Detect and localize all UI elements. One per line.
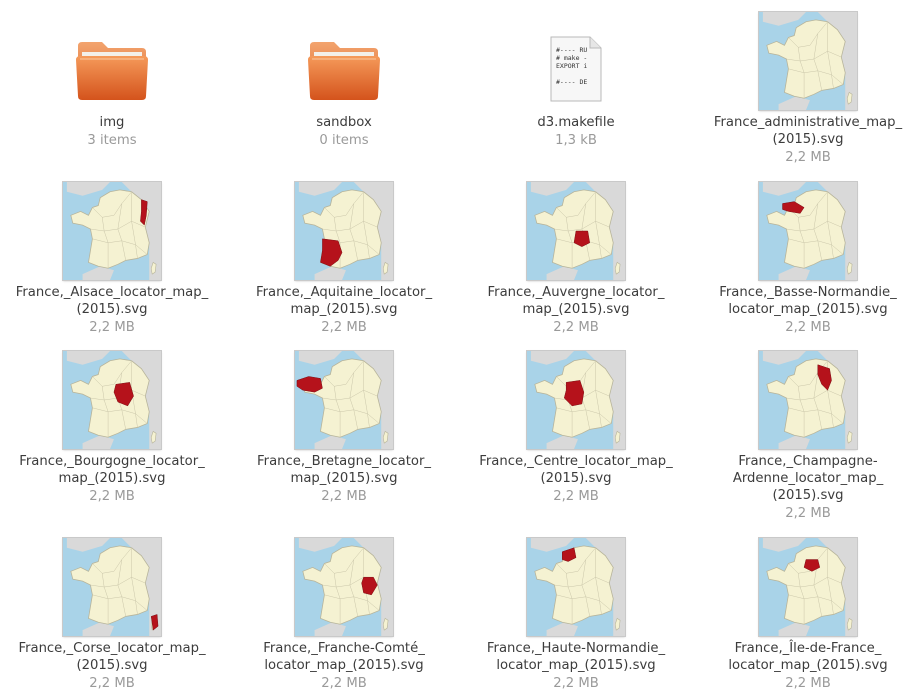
file-meta: 2,2 MB: [553, 676, 599, 691]
file-item[interactable]: France,_Auvergne_locator_ map_(2015).svg…: [461, 178, 691, 336]
file-name: France,_Haute-Normandie_ locator_map_(20…: [486, 641, 666, 673]
file-meta: 3 items: [87, 133, 137, 148]
file-name: sandbox: [316, 115, 372, 130]
file-icon-container: [57, 178, 167, 280]
file-item[interactable]: France,_Corse_locator_map_ (2015).svg 2,2…: [0, 534, 227, 692]
folder-icon: [76, 42, 148, 100]
file-icon-container: [753, 347, 863, 449]
file-item[interactable]: France,_Basse-Normandie_ locator_map_(20…: [693, 178, 923, 336]
file-meta: 2,2 MB: [553, 489, 599, 504]
file-icon-container: [289, 534, 399, 636]
svg-map-thumbnail: [759, 12, 857, 110]
file-meta: 0 items: [319, 133, 369, 148]
preview-line: #---- RU: [556, 46, 587, 54]
file-name: France,_Champagne- Ardenne_locator_map_ …: [732, 454, 884, 503]
file-icon-container: [289, 8, 399, 110]
svg-map-thumbnail: [527, 182, 625, 280]
file-icon-container: #---- RU # make - EXPORT i #---- DE: [521, 8, 631, 110]
file-meta: 2,2 MB: [785, 506, 831, 521]
svg-map-thumbnail: [295, 351, 393, 449]
file-name: France,_Bourgogne_locator_ map_(2015).sv…: [19, 454, 205, 486]
file-meta: 2,2 MB: [89, 676, 135, 691]
file-item[interactable]: France,_Aquitaine_locator_ map_(2015).sv…: [229, 178, 459, 336]
file-icon-container: [57, 8, 167, 110]
text-file-icon: #---- RU# make -EXPORT i #---- DE: [550, 36, 602, 102]
preview-line: # make -: [556, 54, 587, 62]
file-name: France,_Bretagne_locator_ map_(2015).svg: [257, 454, 431, 486]
file-item[interactable]: France,_Île-de-France_ locator_map_(2015…: [693, 534, 923, 692]
svg-map-thumbnail: [63, 182, 161, 280]
svg-map-thumbnail: [63, 351, 161, 449]
svg-map-thumbnail: [759, 351, 857, 449]
file-icon-container: [753, 8, 863, 110]
file-item[interactable]: France,_Alsace_locator_map_ (2015).svg 2,…: [0, 178, 227, 336]
folder-icon: [308, 42, 380, 100]
file-item[interactable]: France,_Champagne- Ardenne_locator_map_ …: [693, 347, 923, 522]
svg-map-thumbnail: [295, 182, 393, 280]
file-icon-container: [57, 534, 167, 636]
file-name: France_administrative_map_ (2015).svg: [713, 115, 903, 147]
file-name: France,_Aquitaine_locator_ map_(2015).sv…: [255, 285, 433, 317]
file-name: France,_Alsace_locator_map_ (2015).svg: [15, 285, 209, 317]
file-meta: 2,2 MB: [321, 489, 367, 504]
file-item[interactable]: #---- RU # make - EXPORT i #---- DE d3.makef…: [461, 8, 691, 149]
file-name: France,_Corse_locator_map_ (2015).svg: [18, 641, 206, 673]
file-name: France,_Centre_locator_map_ (2015).svg: [479, 454, 673, 486]
file-item[interactable]: France,_Franche-Comté_ locator_map_(2015…: [229, 534, 459, 692]
file-meta: 2,2 MB: [785, 676, 831, 691]
file-name: France,_Île-de-France_ locator_map_(2015…: [728, 641, 888, 673]
file-icon-container: [521, 347, 631, 449]
file-name: img: [99, 115, 125, 130]
file-icon-container: [521, 534, 631, 636]
file-icon-container: [289, 347, 399, 449]
file-item[interactable]: img 3 items: [0, 8, 227, 149]
file-name: France,_Basse-Normandie_ locator_map_(20…: [719, 285, 897, 317]
preview-line: #---- DE: [556, 78, 587, 86]
file-meta: 2,2 MB: [785, 150, 831, 165]
file-meta: 2,2 MB: [553, 320, 599, 335]
file-icon-container: [753, 178, 863, 280]
file-meta: 2,2 MB: [785, 320, 831, 335]
svg-map-thumbnail: [527, 538, 625, 636]
file-name: France,_Auvergne_locator_ map_(2015).svg: [487, 285, 665, 317]
file-meta: 2,2 MB: [321, 320, 367, 335]
svg-map-thumbnail: [759, 182, 857, 280]
file-item[interactable]: France,_Haute-Normandie_ locator_map_(20…: [461, 534, 691, 692]
file-name: d3.makefile: [537, 115, 615, 130]
file-icon-container: [57, 347, 167, 449]
file-item[interactable]: France,_Bretagne_locator_ map_(2015).svg…: [229, 347, 459, 505]
file-meta: 2,2 MB: [89, 320, 135, 335]
file-meta: 1,3 kB: [555, 133, 597, 148]
file-meta: 2,2 MB: [89, 489, 135, 504]
file-name: France,_Franche-Comté_ locator_map_(2015…: [263, 641, 425, 673]
file-icon-container: [289, 178, 399, 280]
file-item[interactable]: France_administrative_map_ (2015).svg 2,2…: [693, 8, 923, 166]
file-icon-container: [753, 534, 863, 636]
preview-line: EXPORT i: [556, 62, 587, 70]
file-item[interactable]: France,_Centre_locator_map_ (2015).svg 2,…: [461, 347, 691, 505]
file-meta: 2,2 MB: [321, 676, 367, 691]
file-item[interactable]: France,_Bourgogne_locator_ map_(2015).sv…: [0, 347, 227, 505]
svg-map-thumbnail: [759, 538, 857, 636]
svg-map-thumbnail: [295, 538, 393, 636]
svg-map-thumbnail: [63, 538, 161, 636]
file-icon-container: [521, 178, 631, 280]
file-item[interactable]: sandbox 0 items: [229, 8, 459, 149]
svg-map-thumbnail: [527, 351, 625, 449]
